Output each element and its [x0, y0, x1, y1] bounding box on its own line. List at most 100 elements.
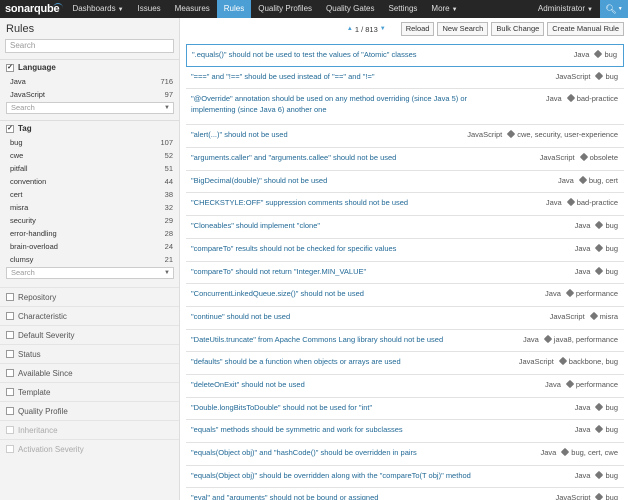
- rule-title[interactable]: "Cloneables" should implement "clone": [191, 220, 491, 231]
- facet-repository[interactable]: Repository: [0, 287, 179, 306]
- checkbox-icon[interactable]: [6, 331, 14, 339]
- checkbox-icon[interactable]: [6, 388, 14, 396]
- rule-row[interactable]: "compareTo" should not return "Integer.M…: [186, 262, 624, 285]
- rule-title[interactable]: "defaults" should be a function when obj…: [191, 356, 491, 367]
- rule-row[interactable]: "continue" should not be used JavaScript m…: [186, 307, 624, 330]
- rule-row[interactable]: "@Override" annotation should be used on…: [186, 89, 624, 126]
- facet-characteristic[interactable]: Characteristic: [0, 306, 179, 325]
- facet-item[interactable]: JavaScript 97: [0, 88, 179, 101]
- tag-search-input[interactable]: Search ▼: [6, 267, 174, 279]
- rule-row[interactable]: "equals(Object obj)" should be overridde…: [186, 466, 624, 489]
- rule-title[interactable]: "compareTo" should not return "Integer.M…: [191, 266, 491, 277]
- rule-row[interactable]: "equals" methods should be symmetric and…: [186, 420, 624, 443]
- rule-title[interactable]: "continue" should not be used: [191, 311, 491, 322]
- rule-row[interactable]: "Cloneables" should implement "clone" Jav…: [186, 216, 624, 239]
- rule-row[interactable]: "arguments.caller" and "arguments.callee…: [186, 148, 624, 171]
- rule-row[interactable]: "DateUtils.truncate" from Apache Commons…: [186, 330, 624, 353]
- rule-title[interactable]: "equals(Object obj)" and "hashCode()" sh…: [191, 447, 491, 458]
- triangle-up-icon[interactable]: ▲: [347, 26, 353, 32]
- checkbox-icon[interactable]: [6, 350, 14, 358]
- checkbox-checked-icon[interactable]: ✓: [6, 124, 14, 133]
- checkbox-icon[interactable]: [6, 293, 14, 301]
- checkbox-icon[interactable]: [6, 369, 14, 377]
- rule-row[interactable]: "ConcurrentLinkedQueue.size()" should no…: [186, 284, 624, 307]
- rule-title[interactable]: ".equals()" should not be used to test t…: [192, 49, 492, 60]
- rule-row[interactable]: "eval" and "arguments" should not be bou…: [186, 488, 624, 500]
- facet-available-since[interactable]: Available Since: [0, 363, 179, 382]
- rule-language: JavaScript: [549, 311, 585, 321]
- nav-item-quality-profiles[interactable]: Quality Profiles: [251, 0, 319, 18]
- global-search-button[interactable]: 🔍︎ ▼: [600, 0, 628, 18]
- rule-title[interactable]: "DateUtils.truncate" from Apache Commons…: [191, 334, 491, 345]
- facet-item-name: bug: [10, 138, 23, 147]
- rule-title[interactable]: "equals" methods should be symmetric and…: [191, 424, 491, 435]
- rule-title[interactable]: "Double.longBitsToDouble" should not be …: [191, 402, 491, 413]
- facet-default-severity[interactable]: Default Severity: [0, 325, 179, 344]
- rule-row[interactable]: "BigDecimal(double)" should not be used J…: [186, 171, 624, 194]
- nav-item-quality-gates[interactable]: Quality Gates: [319, 0, 381, 18]
- facet-template[interactable]: Template: [0, 382, 179, 401]
- facet-item[interactable]: cert 38: [0, 188, 179, 201]
- facet-item[interactable]: convention 44: [0, 175, 179, 188]
- rule-title[interactable]: "eval" and "arguments" should not be bou…: [191, 492, 491, 500]
- checkbox-icon[interactable]: [6, 407, 14, 415]
- facet-item[interactable]: clumsy 21: [0, 253, 179, 266]
- rule-row[interactable]: "alert(...)" should not be used JavaScrip…: [186, 125, 624, 149]
- facet-language-header[interactable]: ✓ Language: [0, 60, 179, 75]
- rule-meta: Java bad-practice: [546, 93, 618, 104]
- rule-title[interactable]: "deleteOnExit" should not be used: [191, 379, 491, 390]
- tag-icon: [595, 470, 604, 479]
- nav-item-measures[interactable]: Measures: [168, 0, 217, 18]
- nav-item-settings[interactable]: Settings: [382, 0, 425, 18]
- facet-item[interactable]: pitfall 51: [0, 162, 179, 175]
- bulk-change-button[interactable]: Bulk Change: [491, 22, 545, 36]
- facet-item[interactable]: Java 716: [0, 75, 179, 88]
- create-manual-rule-button[interactable]: Create Manual Rule: [547, 22, 624, 36]
- logo-text: sonarqube: [5, 3, 60, 15]
- reload-button[interactable]: Reload: [400, 22, 435, 36]
- user-menu[interactable]: Administrator ▼: [531, 0, 600, 18]
- rule-title[interactable]: "CHECKSTYLE:OFF" suppression comments sh…: [191, 197, 491, 208]
- rule-title[interactable]: "BigDecimal(double)" should not be used: [191, 175, 491, 186]
- facet-item[interactable]: brain-overload 24: [0, 240, 179, 253]
- rule-row[interactable]: "equals(Object obj)" and "hashCode()" sh…: [186, 443, 624, 466]
- facet-language-label: Language: [18, 63, 56, 72]
- rule-title[interactable]: "@Override" annotation should be used on…: [191, 93, 491, 115]
- facet-item[interactable]: security 29: [0, 214, 179, 227]
- rules-search-input[interactable]: Search: [5, 39, 174, 53]
- checkbox-icon[interactable]: [6, 312, 14, 320]
- rule-title[interactable]: "compareTo" results should not be checke…: [191, 243, 491, 254]
- new-search-button[interactable]: New Search: [437, 22, 489, 36]
- rule-row[interactable]: "deleteOnExit" should not be used Java per…: [186, 375, 624, 398]
- nav-item-issues[interactable]: Issues: [131, 0, 168, 18]
- rule-row[interactable]: "===" and "!==" should be used instead o…: [186, 67, 624, 90]
- rule-row[interactable]: "defaults" should be a function when obj…: [186, 352, 624, 375]
- triangle-down-icon[interactable]: ▼: [380, 26, 386, 32]
- checkbox-checked-icon[interactable]: ✓: [6, 63, 14, 72]
- rule-row[interactable]: "compareTo" results should not be checke…: [186, 239, 624, 262]
- sonarqube-logo[interactable]: sonarqube: [0, 3, 65, 15]
- facet-item[interactable]: misra 32: [0, 201, 179, 214]
- rule-tags: misra: [599, 311, 618, 321]
- rule-row[interactable]: "CHECKSTYLE:OFF" suppression comments sh…: [186, 193, 624, 217]
- facet-item[interactable]: cwe 52: [0, 149, 179, 162]
- rule-row[interactable]: ".equals()" should not be used to test t…: [186, 44, 624, 67]
- facet-item[interactable]: error-handling 28: [0, 227, 179, 240]
- nav-item-rules[interactable]: Rules: [216, 0, 252, 18]
- rule-title[interactable]: "===" and "!==" should be used instead o…: [191, 71, 491, 82]
- facet-tag-header[interactable]: ✓ Tag: [0, 121, 179, 136]
- rule-title[interactable]: "equals(Object obj)" should be overridde…: [191, 470, 491, 481]
- rule-row[interactable]: "Double.longBitsToDouble" should not be …: [186, 398, 624, 421]
- rule-title[interactable]: "arguments.caller" and "arguments.callee…: [191, 152, 491, 163]
- rule-title[interactable]: "alert(...)" should not be used: [191, 129, 491, 140]
- nav-item-dashboards[interactable]: Dashboards ▼: [65, 0, 130, 18]
- facet-status[interactable]: Status: [0, 344, 179, 363]
- facet-quality-profile[interactable]: Quality Profile: [0, 401, 179, 420]
- nav-item-more[interactable]: More ▼: [424, 0, 464, 18]
- rule-title[interactable]: "ConcurrentLinkedQueue.size()" should no…: [191, 288, 491, 299]
- rule-meta: Java java8, performance: [523, 334, 618, 345]
- facet-item-count: 38: [164, 190, 173, 199]
- tag-icon: [595, 493, 604, 500]
- facet-item[interactable]: bug 107: [0, 136, 179, 149]
- language-search-input[interactable]: Search ▼: [6, 102, 174, 114]
